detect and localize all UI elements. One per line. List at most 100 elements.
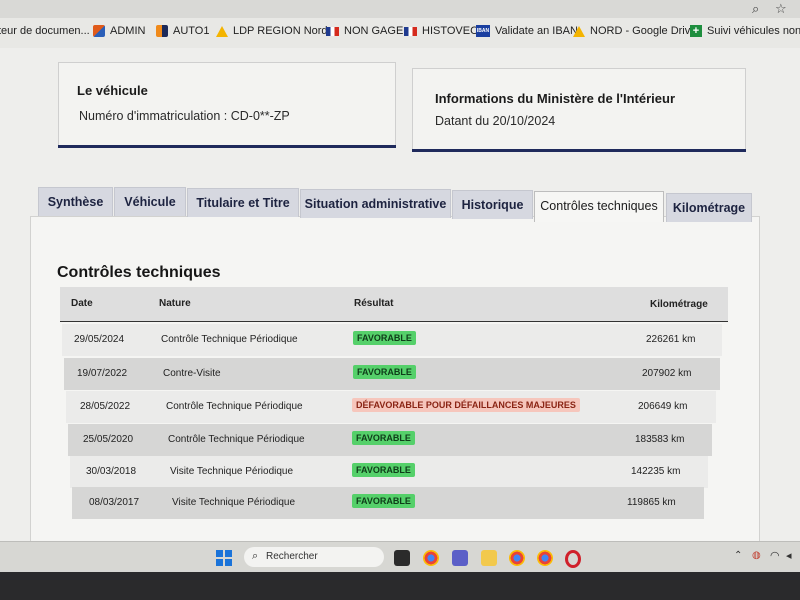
cell-kilometrage: 207902 km bbox=[642, 368, 692, 379]
cell-kilometrage: 206649 km bbox=[638, 401, 688, 412]
cell-date: 29/05/2024 bbox=[74, 334, 125, 345]
chrome-icon[interactable] bbox=[509, 550, 525, 566]
bookmark-label: teur de documen... bbox=[0, 25, 90, 37]
bookmark-label: HISTOVEC bbox=[422, 25, 479, 37]
teams-icon[interactable] bbox=[452, 550, 468, 566]
cell-date: 28/05/2022 bbox=[80, 401, 131, 412]
ministry-data-date: Datant du 20/10/2024 bbox=[435, 114, 556, 128]
header-kilometrage: Kilométrage bbox=[650, 299, 708, 310]
chrome-icon[interactable] bbox=[423, 550, 439, 566]
drive-icon bbox=[573, 25, 585, 37]
table-row: 08/03/2017 Visite Technique Périodique F… bbox=[72, 487, 704, 519]
cell-date: 19/07/2022 bbox=[77, 368, 128, 379]
star-icon[interactable]: ☆ bbox=[775, 1, 787, 17]
windows-start-icon[interactable] bbox=[216, 550, 232, 566]
search-icon[interactable]: ⌕ bbox=[752, 1, 759, 17]
opera-icon[interactable] bbox=[565, 550, 581, 568]
tab-historique[interactable]: Historique bbox=[452, 190, 533, 219]
bookmark-histovec[interactable]: HISTOVEC bbox=[404, 25, 478, 37]
bookmark-label: ADMIN bbox=[110, 25, 146, 37]
cell-kilometrage: 226261 km bbox=[646, 334, 696, 345]
tab-controles-techniques[interactable]: Contrôles techniques bbox=[534, 191, 664, 222]
table-row: 29/05/2024 Contrôle Technique Périodique… bbox=[62, 324, 722, 356]
drive-icon bbox=[216, 25, 228, 37]
header-date: Date bbox=[71, 298, 93, 309]
chevron-up-icon[interactable]: ⌃ bbox=[734, 550, 742, 561]
auto1-icon bbox=[156, 25, 168, 37]
table-row: 19/07/2022 Contre-Visite FAVORABLE 20790… bbox=[64, 358, 720, 390]
bookmark-label: AUTO1 bbox=[173, 25, 210, 37]
cell-date: 25/05/2020 bbox=[83, 434, 134, 445]
header-resultat: Résultat bbox=[354, 298, 394, 309]
bookmark-admin[interactable]: ADMIN bbox=[93, 25, 145, 37]
vehicle-card-title: Le véhicule bbox=[77, 83, 148, 98]
cell-date: 30/03/2018 bbox=[86, 466, 137, 477]
status-badge: DÉFAVORABLE POUR DÉFAILLANCES MAJEURES bbox=[352, 398, 580, 412]
table-row: 28/05/2022 Contrôle Technique Périodique… bbox=[66, 391, 716, 423]
tab-kilometrage[interactable]: Kilométrage bbox=[666, 193, 752, 222]
bookmark-suivi-vehicules[interactable]: + Suivi véhicules non... bbox=[690, 25, 800, 37]
tab-situation-administrative[interactable]: Situation administrative bbox=[300, 189, 451, 218]
taskbar: ⌕ Rechercher ⌃ ◍ ◠ ◂ bbox=[0, 541, 800, 572]
screen: ⌕ ☆ teur de documen... ADMIN AUTO1 LDP R… bbox=[0, 0, 800, 572]
speaker-icon[interactable]: ◂ bbox=[786, 549, 792, 562]
status-badge: FAVORABLE bbox=[352, 463, 415, 477]
header-nature: Nature bbox=[159, 298, 191, 309]
taskbar-search[interactable]: ⌕ Rechercher bbox=[244, 547, 384, 567]
chrome-icon[interactable] bbox=[537, 550, 553, 566]
bookmark-nord-google-drive[interactable]: NORD - Google Drive bbox=[573, 25, 696, 37]
cell-nature: Visite Technique Périodique bbox=[172, 497, 296, 508]
cell-date: 08/03/2017 bbox=[89, 497, 140, 508]
cell-nature: Contre-Visite bbox=[163, 368, 221, 379]
cell-kilometrage: 119865 km bbox=[627, 497, 676, 508]
cell-nature: Contrôle Technique Périodique bbox=[168, 434, 305, 445]
cell-kilometrage: 183583 km bbox=[635, 434, 685, 445]
bookmark-label: NORD - Google Drive bbox=[590, 25, 697, 37]
bookmark-auto1[interactable]: AUTO1 bbox=[156, 25, 209, 37]
bookmarks-bar: teur de documen... ADMIN AUTO1 LDP REGIO… bbox=[0, 18, 800, 49]
flag-icon bbox=[404, 26, 417, 36]
table-row: 30/03/2018 Visite Technique Périodique F… bbox=[70, 456, 708, 488]
file-explorer-icon[interactable] bbox=[481, 550, 497, 566]
status-badge: FAVORABLE bbox=[353, 365, 416, 379]
bookmark-label: Suivi véhicules non... bbox=[707, 25, 800, 37]
tab-synthese[interactable]: Synthèse bbox=[38, 187, 113, 216]
cell-nature: Contrôle Technique Périodique bbox=[166, 401, 303, 412]
registration-number: Numéro d'immatriculation : CD-0**-ZP bbox=[79, 109, 290, 123]
status-badge: FAVORABLE bbox=[352, 494, 415, 508]
ministry-card-title: Informations du Ministère de l'Intérieur bbox=[435, 91, 676, 106]
cell-nature: Visite Technique Périodique bbox=[170, 466, 294, 477]
bookmark-non-gage[interactable]: NON GAGE bbox=[326, 25, 403, 37]
section-title: Contrôles techniques bbox=[57, 264, 221, 281]
table-row: 25/05/2020 Contrôle Technique Périodique… bbox=[68, 424, 712, 456]
bookmark-ldp-region-nord[interactable]: LDP REGION Nord bbox=[216, 25, 328, 37]
browser-top-strip: ⌕ ☆ bbox=[0, 0, 800, 18]
admin-icon bbox=[93, 25, 105, 37]
taskbar-search-label: Rechercher bbox=[266, 551, 318, 562]
bookmark-doc[interactable]: teur de documen... bbox=[0, 25, 90, 37]
laptop-bezel bbox=[0, 572, 800, 600]
search-icon: ⌕ bbox=[252, 550, 259, 562]
bookmark-label: LDP REGION Nord bbox=[233, 25, 328, 37]
tray-app-icon[interactable]: ◍ bbox=[752, 550, 761, 561]
ministry-card: Informations du Ministère de l'Intérieur… bbox=[412, 68, 746, 152]
vehicle-card: Le véhicule Numéro d'immatriculation : C… bbox=[58, 62, 396, 148]
status-badge: FAVORABLE bbox=[353, 331, 416, 345]
status-badge: FAVORABLE bbox=[352, 431, 415, 445]
iban-icon: IBAN bbox=[476, 25, 490, 37]
bookmark-label: Validate an IBAN bbox=[495, 25, 578, 37]
tab-titulaire-titre[interactable]: Titulaire et Titre bbox=[187, 188, 299, 217]
tab-vehicule[interactable]: Véhicule bbox=[114, 187, 186, 216]
card-accent-bar bbox=[58, 145, 396, 148]
bookmark-label: NON GAGE bbox=[344, 25, 404, 37]
plus-icon: + bbox=[690, 25, 702, 37]
cell-kilometrage: 142235 km bbox=[631, 466, 681, 477]
task-view-icon[interactable] bbox=[394, 550, 410, 566]
cell-nature: Contrôle Technique Périodique bbox=[161, 334, 298, 345]
card-accent-bar bbox=[412, 149, 746, 152]
flag-icon bbox=[326, 26, 339, 36]
wifi-icon[interactable]: ◠ bbox=[770, 549, 780, 562]
table-header: Date Nature Résultat Kilométrage bbox=[60, 287, 728, 322]
page-content: Le véhicule Numéro d'immatriculation : C… bbox=[0, 48, 800, 544]
bookmark-validate-iban[interactable]: IBAN Validate an IBAN bbox=[476, 25, 578, 37]
